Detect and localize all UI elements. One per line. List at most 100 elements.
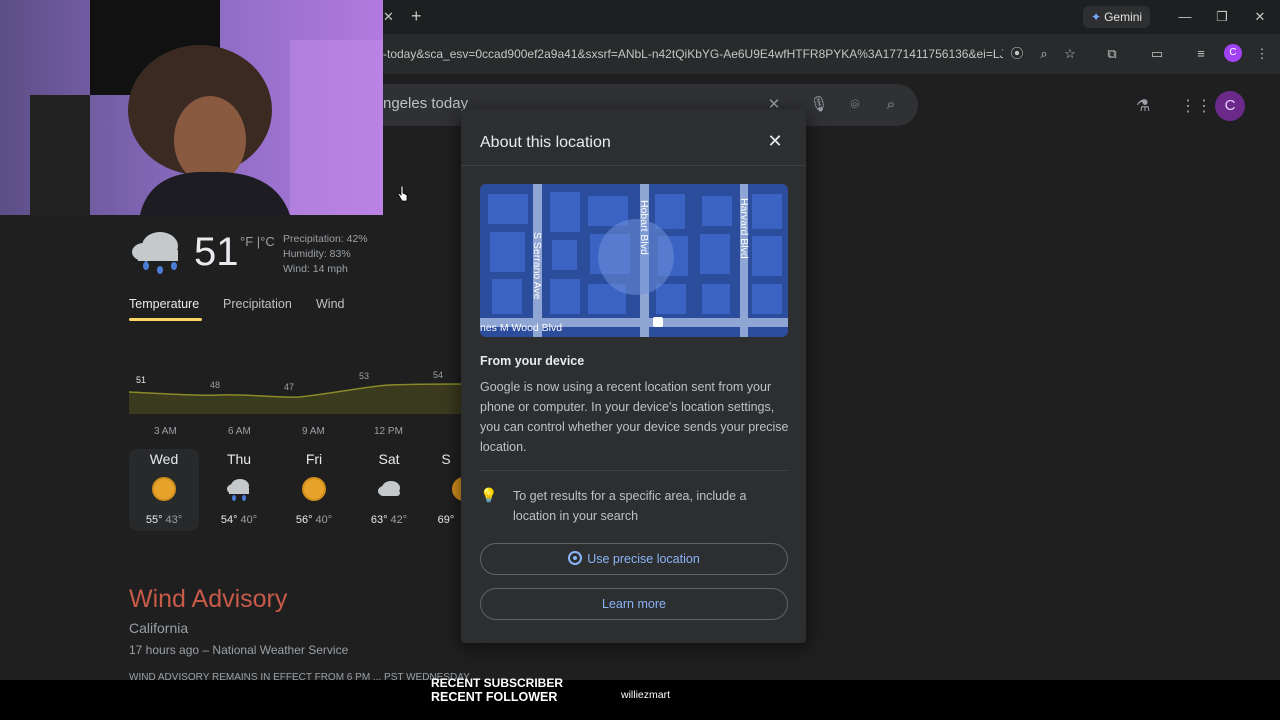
microphone-icon[interactable]: 🎙 <box>809 95 829 115</box>
location-icon[interactable]: ⦿ <box>1007 44 1027 64</box>
hourly-value: 53 <box>359 371 369 381</box>
tab-temperature[interactable]: Temperature <box>129 297 199 311</box>
minimize-icon[interactable]: — <box>1170 6 1200 28</box>
cloudy-icon <box>378 481 400 496</box>
transit-icon <box>653 317 663 327</box>
zoom-icon[interactable]: ⌕ <box>1034 44 1054 64</box>
sunny-icon <box>302 477 326 501</box>
avatar[interactable]: C <box>1215 91 1245 121</box>
precipitation-text: Precipitation: 42% <box>283 233 368 245</box>
profile-icon[interactable]: C <box>1224 44 1242 62</box>
mouse-cursor-icon <box>398 186 408 202</box>
extensions-icon[interactable]: ⧉ <box>1102 44 1122 64</box>
hourly-value: 47 <box>284 382 294 392</box>
day-low: 40° <box>240 514 258 526</box>
camera-search-icon[interactable]: ⌾ <box>845 95 865 115</box>
webcam-overlay <box>0 0 383 215</box>
map-street-label: S Serrano Ave <box>531 232 543 300</box>
day-high: 56° <box>295 514 313 526</box>
rain-cloud-icon <box>132 232 178 274</box>
divider <box>480 470 788 471</box>
day-temps: 54° 40° <box>204 514 274 526</box>
day-fri[interactable]: Fri 56° 40° <box>279 449 349 531</box>
hourly-time: 3 AM <box>154 426 177 437</box>
day-thu[interactable]: Thu 54° 40° <box>204 449 274 531</box>
day-high: 63° <box>370 514 388 526</box>
weather-details: Precipitation: 42% Humidity: 83% Wind: 1… <box>283 232 368 277</box>
day-name: S <box>441 451 451 467</box>
divider <box>461 165 806 166</box>
tip-text: To get results for a specific area, incl… <box>513 489 747 523</box>
wind-advisory-title[interactable]: Wind Advisory <box>129 585 287 614</box>
bookmark-star-icon[interactable]: ☆ <box>1060 44 1080 64</box>
media-icon[interactable]: ≡ <box>1191 44 1211 64</box>
use-precise-location-button[interactable]: Use precise location <box>480 543 788 575</box>
learn-more-button[interactable]: Learn more <box>480 588 788 620</box>
recent-follower-label: RECENT FOLLOWER <box>431 690 558 704</box>
day-high: 55° <box>145 514 163 526</box>
sunny-icon <box>152 477 176 501</box>
day-temps: 69° <box>429 514 463 526</box>
day-name: Wed <box>149 451 179 467</box>
search-icon[interactable]: ⌕ <box>881 95 901 115</box>
gemini-icon: ✦ <box>1091 10 1102 24</box>
tab-precipitation[interactable]: Precipitation <box>223 297 292 311</box>
day-sat[interactable]: Sat 63° 42° <box>354 449 424 531</box>
day-name: Fri <box>305 451 323 467</box>
use-precise-location-label: Use precise location <box>587 552 700 566</box>
day-sun[interactable]: S 69° <box>429 449 463 531</box>
recent-subscriber-label: RECENT SUBSCRIBER <box>431 676 564 688</box>
recent-follower-name: williezmart <box>621 689 671 701</box>
day-low: 43° <box>165 514 183 526</box>
dialog-title: About this location <box>480 134 611 151</box>
day-temps: 56° 40° <box>279 514 349 526</box>
day-high: 54° <box>220 514 238 526</box>
lightbulb-icon: 💡 <box>480 487 498 503</box>
search-input[interactable]: ngeles today <box>383 95 468 112</box>
cast-icon[interactable]: ▭ <box>1147 44 1167 64</box>
current-temperature: 51 <box>194 230 239 274</box>
advisory-time: 17 hours ago – National Weather Service <box>129 643 349 657</box>
temperature-unit-toggle[interactable]: °F |°C <box>240 234 275 249</box>
hourly-value: 54 <box>433 370 443 380</box>
day-wed[interactable]: Wed 55° 43° <box>129 449 199 531</box>
day-name: Thu <box>226 451 252 467</box>
labs-icon[interactable]: ⚗ <box>1136 96 1156 116</box>
gemini-button[interactable]: ✦ Gemini <box>1083 6 1151 28</box>
map-street-label: Harvard Blvd <box>738 198 750 259</box>
wind-text: Wind: 14 mph <box>283 263 348 275</box>
restore-icon[interactable]: ❐ <box>1207 6 1237 28</box>
browser-tab-bar: ✕ + ✦ Gemini — ❐ ✕ <box>383 0 1280 34</box>
advisory-snippet: WIND ADVISORY REMAINS IN EFFECT FROM 6 P… <box>129 672 481 680</box>
day-name: Sat <box>378 451 400 467</box>
active-tab-indicator <box>129 318 202 321</box>
hourly-time: 12 PM <box>374 426 403 437</box>
advisory-region: California <box>129 620 189 636</box>
map-street-label: Hobart Blvd <box>638 200 650 255</box>
apps-icon[interactable]: ⋮⋮ <box>1180 96 1212 116</box>
gemini-label: Gemini <box>1104 10 1143 24</box>
about-location-dialog: About this location ✕ nes M Wood Blvd S … <box>461 109 806 643</box>
unit-c[interactable]: °C <box>260 234 275 249</box>
day-low: 42° <box>390 514 408 526</box>
dialog-body-text: Google is now using a recent location se… <box>480 380 789 454</box>
url-field[interactable]: -today&sca_esv=0ccad900ef2a9a41&sxsrf=AN… <box>383 44 1003 64</box>
close-icon[interactable]: ✕ <box>764 130 786 152</box>
day-temps: 63° 42° <box>354 514 424 526</box>
location-map[interactable]: nes M Wood Blvd S Serrano Ave Hobart Blv… <box>480 184 788 337</box>
daily-forecast: Wed 55° 43° Thu 54° 40° Fri 56° 40° Sat … <box>129 449 463 534</box>
day-temps: 55° 43° <box>129 514 199 526</box>
day-low: 40° <box>315 514 333 526</box>
hourly-time: 6 AM <box>228 426 251 437</box>
window-close-icon[interactable]: ✕ <box>1245 6 1275 28</box>
menu-icon[interactable]: ⋮ <box>1252 44 1272 64</box>
tab-wind[interactable]: Wind <box>316 297 344 311</box>
from-device-heading: From your device <box>480 354 585 368</box>
target-icon <box>568 551 583 565</box>
tab-close-icon[interactable]: ✕ <box>383 6 395 28</box>
address-bar: -today&sca_esv=0ccad900ef2a9a41&sxsrf=AN… <box>383 34 1280 74</box>
hourly-time: 9 AM <box>302 426 325 437</box>
humidity-text: Humidity: 83% <box>283 248 351 260</box>
new-tab-button[interactable]: + <box>411 6 431 28</box>
unit-f[interactable]: °F <box>240 234 253 249</box>
